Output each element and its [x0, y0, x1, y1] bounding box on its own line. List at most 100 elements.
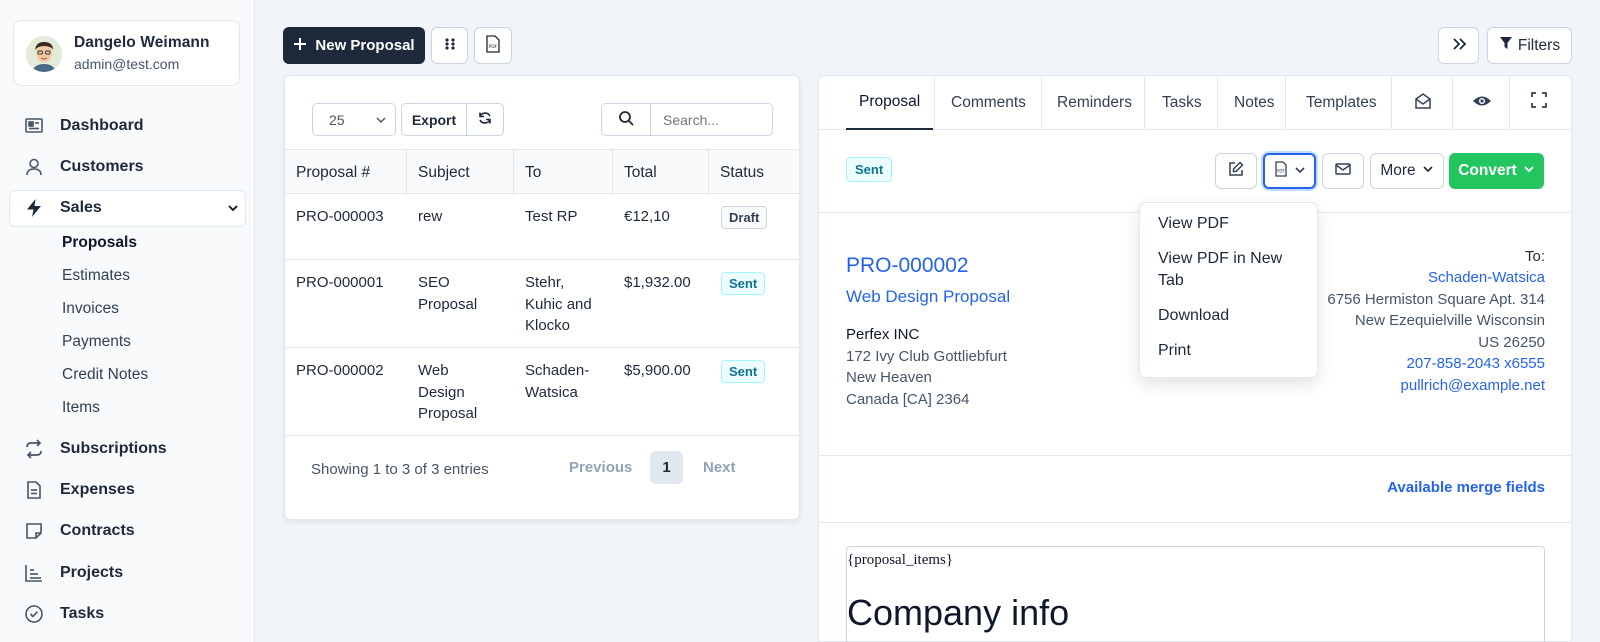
- menu-item-view-pdf-new-tab[interactable]: View PDF in New Tab: [1158, 248, 1308, 292]
- status-badge: Sent: [721, 360, 766, 383]
- more-dropdown-button[interactable]: More: [1370, 153, 1444, 189]
- sidebar-subitem-invoices[interactable]: Invoices: [62, 300, 119, 318]
- filters-button[interactable]: Filters: [1487, 27, 1572, 64]
- column-header-subject[interactable]: Subject: [407, 150, 514, 195]
- menu-item-download[interactable]: Download: [1158, 305, 1229, 327]
- proposal-number[interactable]: PRO-000003: [285, 206, 384, 228]
- from-address-line: New Heaven: [846, 369, 932, 386]
- merge-fields-link[interactable]: Available merge fields: [1387, 479, 1545, 496]
- email-button[interactable]: [1322, 153, 1364, 189]
- chevron-down-icon: [1422, 162, 1434, 180]
- to-phone-link[interactable]: 207-858-2043 x6555: [1407, 355, 1545, 372]
- sidebar-subitem-proposals[interactable]: Proposals: [62, 234, 137, 252]
- to-line: Stehr,: [525, 274, 565, 291]
- note-icon: [22, 519, 46, 543]
- editor-heading: Company info: [847, 592, 1070, 633]
- new-proposal-label: New Proposal: [315, 37, 415, 54]
- sidebar-subitem-estimates[interactable]: Estimates: [62, 267, 130, 285]
- refresh-button[interactable]: [466, 103, 504, 136]
- to-address-line: US 26250: [1478, 334, 1545, 351]
- menu-item-view-pdf[interactable]: View PDF: [1158, 213, 1229, 235]
- sidebar-subitem-items[interactable]: Items: [62, 399, 100, 417]
- pdf-export-button[interactable]: PDF: [474, 27, 512, 64]
- table-row[interactable]: PRO-000001 SEO Proposal Stehr, Kuhic and…: [285, 260, 799, 348]
- repeat-icon: [22, 437, 46, 461]
- sidebar-item-sales[interactable]: Sales: [22, 193, 240, 223]
- sidebar-item-tasks[interactable]: Tasks: [22, 599, 104, 629]
- sidebar-item-contracts[interactable]: Contracts: [22, 516, 135, 546]
- search-input[interactable]: [650, 103, 773, 136]
- proposal-subject: rew: [418, 208, 443, 225]
- collapse-panel-button[interactable]: [1438, 27, 1479, 64]
- chevron-down-icon: [226, 201, 240, 220]
- tab-divider: [1391, 76, 1392, 129]
- pagination-next[interactable]: Next: [703, 459, 736, 476]
- fullscreen-icon[interactable]: [1531, 92, 1547, 112]
- entries-info: Showing 1 to 3 of 3 entries: [311, 461, 489, 478]
- proposal-number-link[interactable]: PRO-000002: [846, 254, 969, 278]
- column-header-to[interactable]: To: [514, 150, 613, 195]
- tab-proposal[interactable]: Proposal: [846, 76, 934, 130]
- tab-divider: [1452, 76, 1453, 129]
- sidebar-item-subscriptions[interactable]: Subscriptions: [22, 434, 167, 464]
- table-row[interactable]: PRO-000002 Web Design Proposal Schaden- …: [285, 348, 799, 436]
- user-card[interactable]: Dangelo Weimann admin@test.com: [13, 20, 240, 86]
- subject-line: Web: [418, 362, 449, 379]
- proposal-number[interactable]: PRO-000001: [285, 272, 384, 294]
- sidebar-item-customers[interactable]: Customers: [22, 152, 144, 182]
- pdf-dropdown-menu: View PDF View PDF in New Tab Download Pr…: [1139, 202, 1318, 378]
- tab-divider: [1217, 76, 1218, 129]
- eye-icon[interactable]: [1472, 92, 1492, 114]
- sidebar-item-dashboard[interactable]: Dashboard: [22, 111, 144, 141]
- pdf-dropdown-button[interactable]: PDF: [1263, 153, 1316, 189]
- status-badge: Sent: [846, 157, 893, 182]
- edit-icon: [1228, 161, 1244, 181]
- column-header-total[interactable]: Total: [613, 150, 709, 195]
- check-circle-icon: [22, 602, 46, 626]
- chevron-down-icon: [375, 113, 387, 129]
- subject-line: Proposal: [418, 295, 478, 313]
- proposal-total: $5,900.00: [624, 362, 691, 379]
- sidebar-item-label: Customers: [60, 158, 144, 175]
- to-address-line: 6756 Hermiston Square Apt. 314: [1327, 291, 1545, 308]
- to-email-link[interactable]: pullrich@example.net: [1401, 377, 1545, 394]
- sidebar-item-expenses[interactable]: Expenses: [22, 475, 135, 505]
- svg-text:PDF: PDF: [1277, 169, 1285, 174]
- column-header-number[interactable]: Proposal #: [285, 150, 407, 195]
- mail-open-icon[interactable]: [1414, 92, 1432, 114]
- edit-button[interactable]: [1215, 153, 1257, 189]
- sidebar-subitem-payments[interactable]: Payments: [62, 333, 131, 351]
- pagination-previous[interactable]: Previous: [569, 459, 632, 476]
- pagination-page-1[interactable]: 1: [650, 451, 683, 484]
- chevron-down-icon: [1294, 163, 1306, 180]
- tab-templates[interactable]: Templates: [1306, 76, 1377, 130]
- tab-reminders[interactable]: Reminders: [1057, 76, 1132, 130]
- tab-divider: [1285, 76, 1286, 129]
- filter-icon: [1499, 36, 1513, 55]
- tab-tasks[interactable]: Tasks: [1162, 76, 1202, 130]
- search-button[interactable]: [601, 103, 651, 136]
- sidebar-subitem-credit-notes[interactable]: Credit Notes: [62, 366, 148, 384]
- tab-notes[interactable]: Notes: [1234, 76, 1275, 130]
- tab-comments[interactable]: Comments: [951, 76, 1026, 130]
- chevrons-right-icon: [1451, 36, 1467, 55]
- new-proposal-button[interactable]: New Proposal: [283, 27, 425, 64]
- divider: [819, 522, 1571, 523]
- export-button[interactable]: Export: [401, 103, 467, 136]
- to-company-link[interactable]: Schaden-Watsica: [1428, 269, 1545, 286]
- sidebar-item-projects[interactable]: Projects: [22, 558, 123, 588]
- proposal-subject-link[interactable]: Web Design Proposal: [846, 287, 1010, 307]
- proposal-number[interactable]: PRO-000002: [285, 360, 384, 382]
- menu-item-print[interactable]: Print: [1158, 340, 1191, 362]
- plus-icon: [293, 37, 307, 55]
- column-header-status[interactable]: Status: [709, 150, 799, 195]
- table-row[interactable]: PRO-000003 rew Test RP €12,10 Draft: [285, 194, 799, 260]
- pdf-file-icon: PDF: [1274, 161, 1288, 181]
- proposal-content-editor[interactable]: {proposal_items} Company info: [846, 546, 1545, 642]
- mail-icon: [1335, 162, 1351, 180]
- tab-divider: [1144, 76, 1145, 129]
- toggle-view-button[interactable]: [431, 27, 468, 64]
- convert-button[interactable]: Convert: [1449, 153, 1544, 189]
- proposal-to: Schaden- Watsica: [514, 360, 589, 403]
- page-size-select[interactable]: 25: [312, 103, 396, 136]
